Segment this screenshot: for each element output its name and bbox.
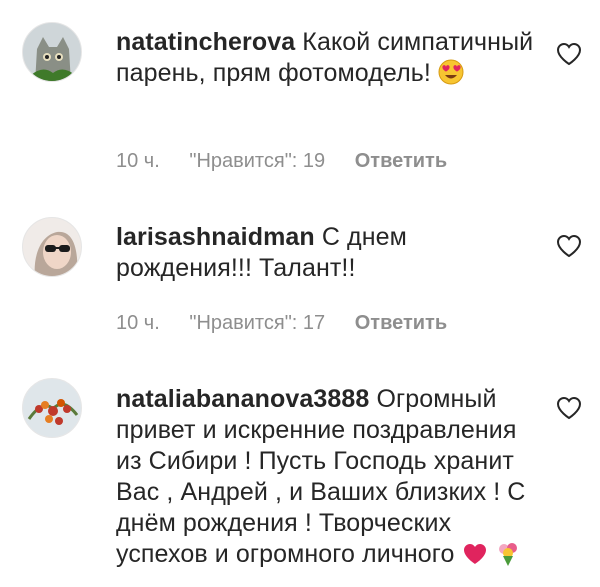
comment-item: nataliabananova3888 Огромный привет и ис… xyxy=(0,0,600,587)
heart-outline-icon[interactable] xyxy=(556,396,582,420)
heart-emoji xyxy=(462,542,488,574)
comment-text: nataliabananova3888 Огромный привет и ис… xyxy=(116,384,546,574)
comment-username[interactable]: nataliabananova3888 xyxy=(116,385,369,413)
berries-avatar-image xyxy=(23,379,81,437)
bouquet-emoji xyxy=(495,540,521,574)
avatar[interactable] xyxy=(22,378,82,438)
